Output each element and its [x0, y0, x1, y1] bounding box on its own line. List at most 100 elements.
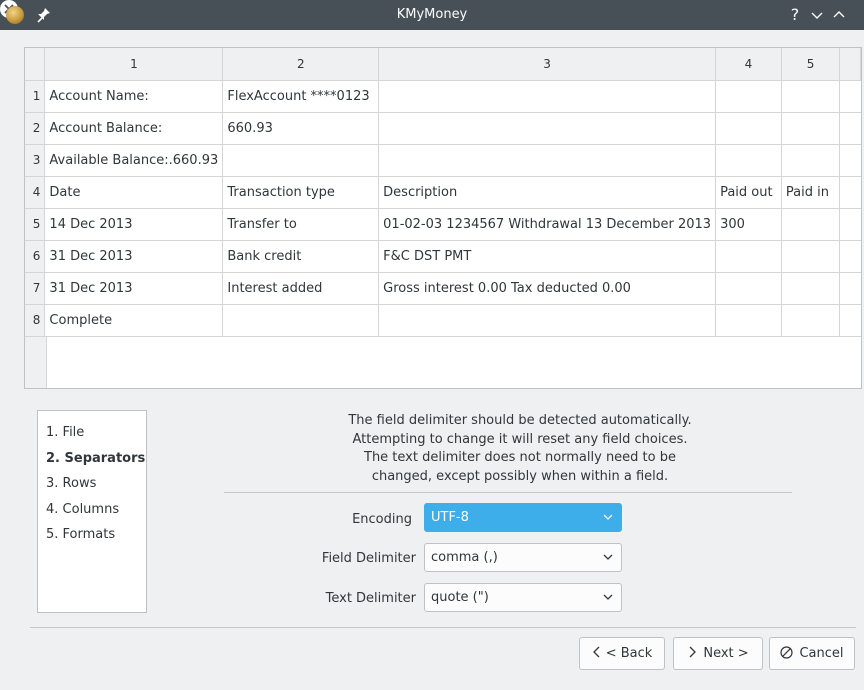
help-button[interactable]: ?	[784, 4, 806, 26]
table-cell[interactable]	[378, 112, 717, 145]
table-cell-empty	[839, 240, 861, 273]
row-header[interactable]: 3	[25, 144, 46, 177]
table-cell[interactable]: 01-02-03 1234567 Withdrawal 13 December …	[378, 208, 717, 241]
cancel-button-label: Cancel	[799, 646, 844, 661]
field-delimiter-combo[interactable]: comma (,)	[424, 543, 622, 572]
table-cell[interactable]	[781, 144, 841, 177]
table-cell[interactable]: Account Balance:	[44, 112, 224, 145]
table-cell[interactable]: 14 Dec 2013	[44, 208, 224, 241]
table-cell[interactable]: Transfer to	[222, 208, 380, 241]
column-header[interactable]: 4	[715, 48, 782, 81]
table-cell[interactable]: Bank credit	[222, 240, 380, 273]
table-cell[interactable]: 31 Dec 2013	[44, 272, 224, 305]
row-header[interactable]: 8	[25, 304, 46, 337]
table-cell-empty	[839, 272, 861, 305]
separators-description: The field delimiter should be detected a…	[300, 412, 740, 486]
table-cell[interactable]	[715, 144, 782, 177]
window-title: KMyMoney	[396, 7, 468, 22]
chevron-down-icon	[603, 594, 613, 600]
table-header-row: 1 2 3 4 5	[25, 48, 861, 81]
wizard-step-item: 1. File	[46, 425, 85, 440]
table-cell[interactable]	[781, 304, 841, 337]
column-header[interactable]: 3	[378, 48, 717, 81]
table-cell[interactable]: Date	[44, 176, 224, 209]
table-cell[interactable]: Paid out	[715, 176, 782, 209]
divider	[224, 492, 792, 493]
table-cell[interactable]	[715, 304, 782, 337]
table-cell[interactable]	[715, 80, 782, 113]
text-delimiter-label: Text Delimiter	[325, 591, 416, 606]
description-line: Attempting to change it will reset any f…	[352, 431, 688, 447]
minimize-button[interactable]	[806, 4, 828, 26]
encoding-label: Encoding	[352, 512, 412, 527]
table-cell[interactable]	[781, 240, 841, 273]
chevron-down-icon	[603, 554, 613, 560]
cancel-button[interactable]: Cancel	[769, 637, 855, 670]
maximize-button[interactable]	[828, 4, 850, 26]
text-delimiter-value: quote (")	[431, 590, 489, 605]
row-header-filler	[25, 337, 47, 388]
table-row: 6 31 Dec 2013 Bank credit F&C DST PMT	[25, 240, 861, 273]
table-cell-empty	[839, 304, 861, 337]
csv-preview-table[interactable]: 1 2 3 4 5 1 Account Name: FlexAccount ****…	[24, 47, 862, 389]
table-cell[interactable]: Transaction type	[222, 176, 380, 209]
table-cell[interactable]	[715, 240, 782, 273]
back-button-label: < Back	[605, 646, 653, 661]
table-cell[interactable]: Paid in	[781, 176, 841, 209]
title-bar: KMyMoney ?	[0, 0, 864, 30]
table-cell-empty	[839, 176, 861, 209]
cancel-icon	[780, 646, 794, 659]
table-cell[interactable]	[222, 304, 380, 337]
next-button-label: Next >	[703, 646, 749, 661]
table-cell[interactable]: F&C DST PMT	[378, 240, 717, 273]
table-cell[interactable]	[378, 80, 717, 113]
wizard-step-item: 2. Separators	[46, 450, 146, 466]
table-cell[interactable]: Interest added	[222, 272, 380, 305]
text-delimiter-combo[interactable]: quote (")	[424, 583, 622, 612]
table-cell[interactable]: Complete	[44, 304, 224, 337]
table-cell[interactable]	[781, 272, 841, 305]
chevron-down-icon	[603, 514, 613, 520]
column-header-empty	[839, 48, 861, 81]
row-header[interactable]: 4	[25, 176, 46, 209]
table-cell[interactable]: FlexAccount ****0123	[222, 80, 380, 113]
table-cell-empty	[839, 208, 861, 241]
next-button[interactable]: Next >	[673, 637, 763, 670]
table-cell[interactable]	[222, 144, 380, 177]
table-cell[interactable]	[378, 304, 717, 337]
field-delimiter-value: comma (,)	[431, 550, 498, 565]
column-header[interactable]: 5	[781, 48, 841, 81]
table-cell[interactable]: 300	[715, 208, 782, 241]
table-row: 8 Complete	[25, 304, 861, 337]
wizard-step-item: 3. Rows	[46, 476, 97, 491]
row-header[interactable]: 1	[25, 80, 46, 113]
table-cell-empty	[839, 144, 861, 177]
description-line: The text delimiter does not normally nee…	[364, 450, 676, 465]
encoding-combo[interactable]: UTF-8	[424, 503, 622, 532]
table-cell[interactable]: 31 Dec 2013	[44, 240, 224, 273]
table-cell[interactable]	[781, 208, 841, 241]
row-header[interactable]: 6	[25, 240, 46, 273]
corner-header[interactable]	[25, 48, 46, 81]
table-cell[interactable]	[781, 80, 841, 113]
table-cell[interactable]: 660.93	[222, 112, 380, 145]
row-header[interactable]: 5	[25, 208, 46, 241]
table-cell[interactable]	[715, 272, 782, 305]
table-cell[interactable]: Account Name:	[44, 80, 224, 113]
column-header[interactable]: 1	[44, 48, 224, 81]
table-row: 1 Account Name: FlexAccount ****0123	[25, 80, 861, 113]
description-line: The field delimiter should be detected a…	[348, 413, 692, 428]
wizard-steps-list: 1. File 2. Separators 3. Rows 4. Columns 5. …	[37, 410, 147, 613]
row-header[interactable]: 2	[25, 112, 46, 145]
table-cell-empty	[839, 80, 861, 113]
table-cell[interactable]: Description	[378, 176, 717, 209]
table-cell[interactable]: Gross interest 0.00 Tax deducted 0.00	[378, 272, 717, 305]
table-cell[interactable]	[378, 144, 717, 177]
column-header[interactable]: 2	[222, 48, 380, 81]
row-header[interactable]: 7	[25, 272, 46, 305]
back-button[interactable]: < Back	[579, 637, 665, 670]
table-cell[interactable]: Available Balance:.660.93	[44, 144, 224, 177]
table-cell[interactable]	[781, 112, 841, 145]
table-cell[interactable]	[715, 112, 782, 145]
kmymoney-window: KMyMoney ? 1 2 3 4 5 1 Account Name: Fle…	[0, 0, 864, 690]
